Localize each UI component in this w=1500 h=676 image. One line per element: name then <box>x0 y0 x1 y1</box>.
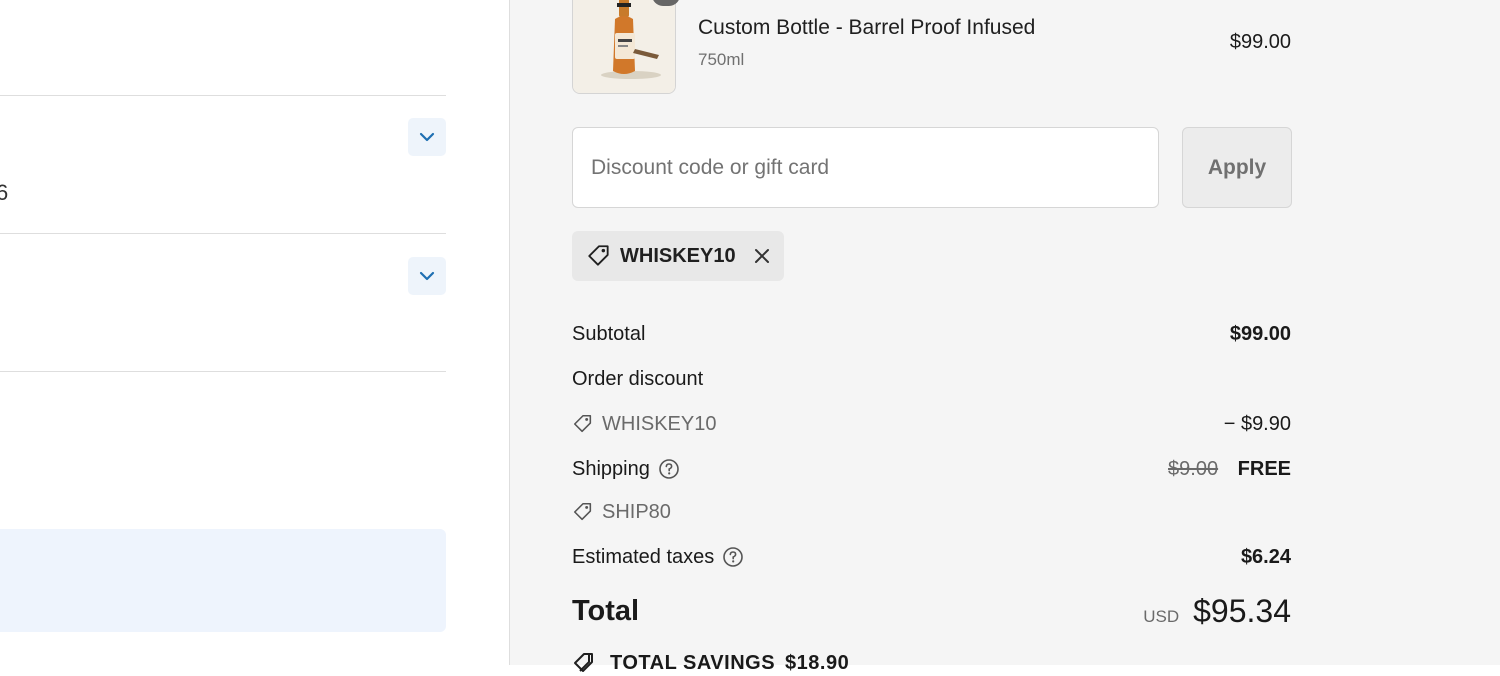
close-icon <box>754 249 769 263</box>
shipping-code-row: SHIP80 <box>572 497 1291 527</box>
taxes-value: $6.24 <box>1240 545 1291 568</box>
subtotal-row: Subtotal $99.00 <box>572 319 1291 349</box>
tag-icon <box>588 245 609 266</box>
order-discount-value: − $9.90 <box>1223 412 1291 435</box>
subtotal-value: $99.00 <box>1229 322 1291 345</box>
total-savings: TOTAL SAVINGS $18.90 <box>572 650 849 676</box>
applied-discount-code: WHISKEY10 <box>620 244 736 267</box>
total-value: $95.34 <box>1193 592 1291 629</box>
apply-discount-button[interactable]: Apply <box>1182 127 1292 208</box>
product-name: Custom Bottle - Barrel Proof Infused <box>698 16 1036 39</box>
help-circle-icon[interactable] <box>658 458 680 480</box>
shipping-row: Shipping $9.00 FREE <box>572 454 1291 484</box>
total-label: Total <box>572 594 640 627</box>
product-thumbnail <box>572 0 676 94</box>
info-notice-box <box>0 529 446 632</box>
shipping-original-price: $9.00 <box>1168 457 1219 480</box>
product-variant: 750ml <box>698 50 745 69</box>
help-circle-icon[interactable] <box>722 546 744 568</box>
total-currency: USD <box>1143 606 1180 626</box>
total-savings-value: $18.90 <box>785 651 850 674</box>
applied-discount-chip: WHISKEY10 <box>572 231 784 281</box>
tag-icon <box>573 414 592 433</box>
section-divider <box>0 95 446 96</box>
whiskey-bottle-icon <box>573 0 675 93</box>
shipping-value: FREE <box>1237 457 1291 480</box>
taxes-row: Estimated taxes $6.24 <box>572 542 1291 572</box>
taxes-label: Estimated taxes <box>572 545 715 568</box>
product-price: $99.00 <box>1229 31 1291 53</box>
order-discount-label: Order discount <box>572 367 704 390</box>
order-discount-code: WHISKEY10 <box>602 412 717 435</box>
truncated-field-text: 6 <box>0 180 9 205</box>
tags-icon <box>574 653 593 672</box>
discount-code-input[interactable] <box>572 127 1159 208</box>
total-savings-label: TOTAL SAVINGS <box>610 651 776 674</box>
checkout-form-panel: 6 <box>0 0 509 665</box>
subtotal-label: Subtotal <box>572 322 646 345</box>
order-discount-code-row: WHISKEY10 − $9.90 <box>572 409 1291 439</box>
expand-section-button[interactable] <box>408 257 446 295</box>
chevron-down-icon <box>419 271 435 281</box>
section-divider <box>0 233 446 234</box>
total-row: Total USD $95.34 <box>572 590 1291 632</box>
expand-section-button[interactable] <box>408 118 446 156</box>
tag-icon <box>573 502 592 521</box>
shipping-discount-code: SHIP80 <box>602 500 671 523</box>
order-discount-row: Order discount <box>572 364 1291 394</box>
section-divider <box>0 371 446 372</box>
shipping-label: Shipping <box>572 457 650 480</box>
remove-discount-button[interactable] <box>752 246 772 266</box>
order-summary-panel: Custom Bottle - Barrel Proof Infused 750… <box>509 0 1500 674</box>
chevron-down-icon <box>419 132 435 142</box>
